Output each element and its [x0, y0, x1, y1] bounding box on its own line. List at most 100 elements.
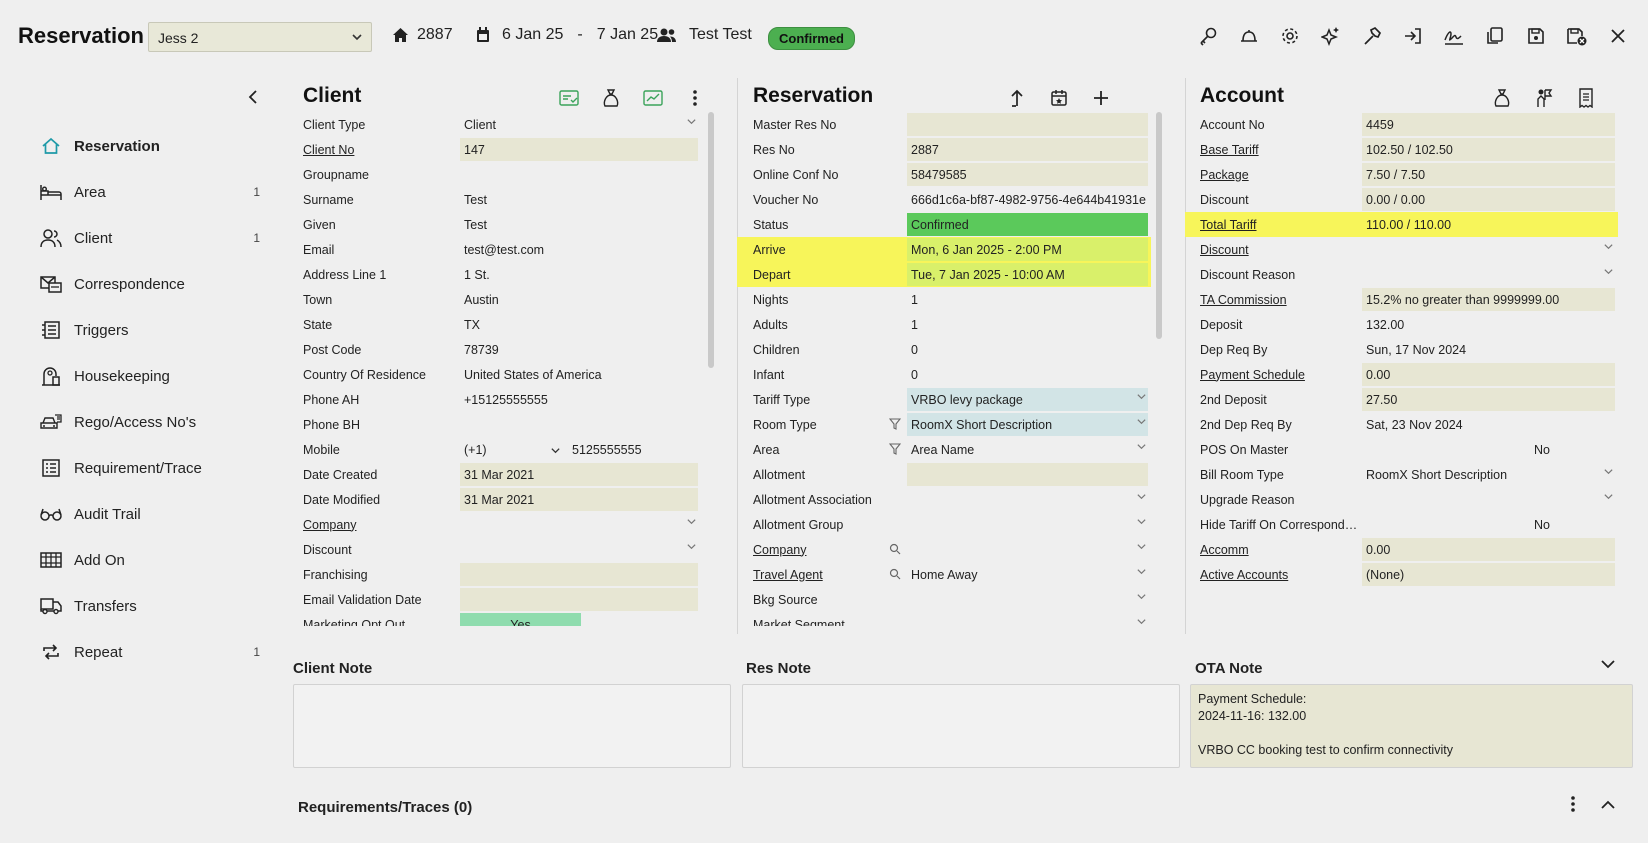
field-label[interactable]: Travel Agent — [753, 568, 823, 582]
sidebar-item-audit-trail[interactable]: Audit Trail — [40, 491, 260, 537]
chevron-down-icon[interactable] — [550, 445, 561, 456]
field-value[interactable]: (None) — [1362, 563, 1615, 586]
field-value[interactable] — [907, 538, 1148, 561]
client-scrollbar[interactable] — [708, 112, 714, 368]
money-bag-icon[interactable] — [1490, 86, 1514, 110]
gear-icon[interactable] — [1278, 24, 1302, 48]
plus-icon[interactable] — [1089, 86, 1113, 110]
more-vertical-icon[interactable] — [683, 86, 707, 110]
field-value[interactable] — [907, 588, 1148, 611]
field-value[interactable] — [907, 488, 1148, 511]
chevron-down-icon[interactable] — [1599, 655, 1617, 673]
chevron-down-icon[interactable] — [1136, 591, 1147, 602]
filter-icon[interactable] — [889, 418, 901, 430]
field-value[interactable]: 0 — [907, 363, 1148, 386]
field-value[interactable] — [907, 613, 1148, 626]
field-label[interactable]: Active Accounts — [1200, 568, 1288, 582]
field-value[interactable]: Confirmed — [907, 213, 1148, 236]
hammer-icon[interactable] — [1360, 24, 1384, 48]
field-label[interactable]: Accomm — [1200, 543, 1249, 557]
person-flag-icon[interactable] — [1532, 86, 1556, 110]
field-value[interactable] — [907, 513, 1148, 536]
field-value[interactable]: TX — [460, 313, 698, 336]
field-value[interactable]: No — [1362, 513, 1615, 536]
login-icon[interactable] — [1401, 24, 1425, 48]
sidebar-item-requirement-trace[interactable]: Requirement/Trace — [40, 445, 260, 491]
chevron-down-icon[interactable] — [1136, 491, 1147, 502]
search-icon[interactable] — [889, 543, 901, 555]
signature-icon[interactable] — [1442, 24, 1466, 48]
field-value[interactable]: 15.2% no greater than 9999999.00 — [1362, 288, 1615, 311]
sidebar-item-housekeeping[interactable]: Housekeeping — [40, 353, 260, 399]
chevron-left-icon[interactable] — [244, 88, 262, 106]
field-value[interactable] — [1362, 263, 1615, 286]
field-value[interactable]: Tue, 7 Jan 2025 - 10:00 AM — [907, 263, 1148, 286]
property-select[interactable]: Jess 2 — [148, 22, 372, 52]
card-check-icon[interactable] — [557, 86, 581, 110]
bell-icon[interactable] — [1237, 24, 1261, 48]
field-value[interactable]: 31 Mar 2021 — [460, 488, 698, 511]
more-vertical-icon[interactable] — [1570, 795, 1576, 813]
field-value[interactable]: 4459 — [1362, 113, 1615, 136]
receipt-icon[interactable] — [1574, 86, 1598, 110]
field-value[interactable] — [460, 588, 698, 611]
field-value[interactable] — [460, 413, 698, 436]
sidebar-item-area[interactable]: Area 1 — [40, 169, 260, 215]
field-value[interactable] — [907, 463, 1148, 486]
field-value[interactable]: 147 — [460, 138, 698, 161]
field-value[interactable]: Test — [460, 213, 698, 236]
chevron-down-icon[interactable] — [1136, 416, 1147, 427]
field-value[interactable] — [1362, 238, 1615, 261]
ota-note-field[interactable]: Payment Schedule: 2024-11-16: 132.00 VRB… — [1190, 684, 1633, 768]
field-label[interactable]: Base Tariff — [1200, 143, 1259, 157]
res-note-field[interactable] — [742, 684, 1180, 768]
chevron-down-icon[interactable] — [1136, 441, 1147, 452]
field-value[interactable]: (+1) 5125555555 — [460, 438, 698, 461]
client-note-field[interactable] — [293, 684, 731, 768]
save-close-icon[interactable] — [1565, 24, 1589, 48]
chevron-down-icon[interactable] — [1136, 516, 1147, 527]
field-value[interactable]: 0.00 / 0.00 — [1362, 188, 1615, 211]
chevron-down-icon[interactable] — [1136, 541, 1147, 552]
field-label[interactable]: Client No — [303, 143, 354, 157]
field-value[interactable] — [460, 163, 698, 186]
field-value[interactable]: 102.50 / 102.50 — [1362, 138, 1615, 161]
save-icon[interactable] — [1524, 24, 1548, 48]
sparkle-icon[interactable] — [1319, 24, 1343, 48]
field-value[interactable]: 132.00 — [1362, 313, 1615, 336]
field-value[interactable]: 7.50 / 7.50 — [1362, 163, 1615, 186]
chevron-down-icon[interactable] — [686, 541, 697, 552]
field-value[interactable] — [907, 113, 1148, 136]
chevron-down-icon[interactable] — [1603, 241, 1614, 252]
field-value[interactable]: 78739 — [460, 338, 698, 361]
chevron-down-icon[interactable] — [1603, 491, 1614, 502]
sidebar-item-rego-access-no-s[interactable]: Rego/Access No's — [40, 399, 260, 445]
sidebar-item-triggers[interactable]: Triggers — [40, 307, 260, 353]
field-value[interactable]: Austin — [460, 288, 698, 311]
field-value[interactable]: +15125555555 — [460, 388, 698, 411]
chevron-down-icon[interactable] — [686, 116, 697, 127]
field-value[interactable]: 110.00 / 110.00 — [1362, 213, 1607, 236]
chevron-down-icon[interactable] — [686, 516, 697, 527]
field-value[interactable]: 1 — [907, 313, 1148, 336]
search-icon[interactable] — [889, 568, 901, 580]
field-value[interactable]: Mon, 6 Jan 2025 - 2:00 PM — [907, 238, 1148, 261]
sidebar-item-transfers[interactable]: Transfers — [40, 583, 260, 629]
sidebar-item-reservation[interactable]: Reservation — [40, 123, 260, 169]
arrow-up-icon[interactable] — [1005, 86, 1029, 110]
field-value[interactable]: United States of America — [460, 363, 698, 386]
phone-prefix[interactable]: (+1) — [464, 443, 564, 457]
field-value[interactable] — [1362, 488, 1615, 511]
field-label[interactable]: Company — [303, 518, 357, 532]
chevron-down-icon[interactable] — [1136, 616, 1147, 626]
chevron-down-icon[interactable] — [1136, 566, 1147, 577]
field-value[interactable]: 58479585 — [907, 163, 1148, 186]
chevron-down-icon[interactable] — [1136, 391, 1147, 402]
field-label[interactable]: TA Commission — [1200, 293, 1287, 307]
sidebar-item-add-on[interactable]: Add On — [40, 537, 260, 583]
field-value[interactable] — [460, 563, 698, 586]
field-value[interactable]: VRBO levy package — [907, 388, 1148, 411]
field-value[interactable]: RoomX Short Description — [907, 413, 1148, 436]
field-value[interactable] — [460, 513, 698, 536]
field-value[interactable]: 2887 — [907, 138, 1148, 161]
